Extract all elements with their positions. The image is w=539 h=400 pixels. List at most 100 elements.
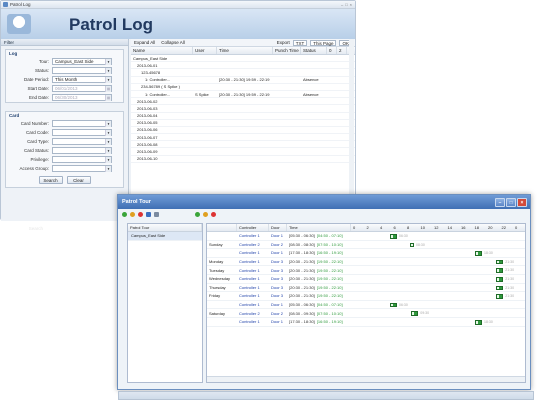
col-status[interactable]: Status — [301, 47, 327, 54]
tour-select[interactable]: Campus_East Side ▾ — [52, 58, 112, 65]
col-controller[interactable]: Controller — [237, 224, 269, 231]
col-door[interactable]: Door — [269, 224, 287, 231]
schedule-row[interactable]: Wednesday Controller 1 Door 3 [20:30 - 21:3… — [207, 275, 525, 284]
date-period-select[interactable]: This Month ▾ — [52, 76, 112, 83]
chevron-down-icon[interactable]: ▾ — [105, 130, 111, 136]
close-icon[interactable]: × — [350, 2, 352, 7]
chevron-down-icon[interactable]: ▾ — [105, 166, 111, 172]
col-time[interactable]: Time — [287, 224, 351, 231]
horizontal-scrollbar[interactable] — [207, 376, 525, 382]
chevron-down-icon[interactable]: ▾ — [105, 139, 111, 145]
chevron-down-icon[interactable]: ▾ — [105, 68, 111, 74]
export-format-select[interactable]: TXT — [292, 39, 308, 46]
title-bar: Patrol Log – □ × — [1, 1, 355, 9]
delete-icon[interactable] — [138, 211, 143, 217]
col-user[interactable]: User — [193, 47, 217, 54]
schedule-header: Controller Door Time 0 2 4 6 8 10 12 14 16 18 20 22… — [207, 224, 525, 232]
schedule-bar[interactable] — [496, 294, 504, 299]
tree-row[interactable]: 2013-06-08 — [131, 141, 355, 149]
tree-row[interactable]: 2013-06-05 — [131, 120, 355, 127]
edit-icon[interactable] — [130, 211, 135, 217]
schedule-row[interactable]: Controller 1 Door 1 [17:30 - 18:30] [16:50 … — [207, 318, 525, 327]
tree-row[interactable]: Campus_East Side — [131, 55, 355, 63]
minimize-icon[interactable]: – — [495, 197, 505, 207]
calendar-icon[interactable]: ▦ — [105, 86, 111, 92]
expand-all-button[interactable]: Expand All — [134, 40, 155, 45]
filter-label: Filter — [4, 39, 14, 45]
privilege-select[interactable]: ▾ — [52, 156, 112, 163]
access-group-select[interactable]: ▾ — [52, 165, 112, 172]
page-option-select[interactable]: This Page — [310, 39, 337, 46]
collapse-all-button[interactable]: Collapse All — [161, 40, 185, 45]
end-date-field[interactable]: 06/30/2013 ▦ — [52, 94, 112, 101]
schedule-row[interactable]: Friday Controller 1 Door 3 [20:30 - 21:30][… — [207, 292, 525, 301]
schedule-bar[interactable] — [474, 251, 483, 256]
row-time-value: [17:30 - 18:30] — [289, 250, 315, 256]
schedule-bar[interactable] — [496, 285, 504, 291]
chevron-down-icon[interactable]: ▾ — [105, 148, 111, 154]
tree-row[interactable]: 2013-06-07 — [131, 134, 355, 142]
card-status-select[interactable]: ▾ — [52, 147, 112, 154]
maximize-icon[interactable]: □ — [345, 2, 347, 7]
schedule-bar[interactable] — [389, 302, 398, 308]
schedule-row[interactable]: Sunday Controller 2 Door 2 [08:30 - 08:30][… — [207, 241, 525, 250]
schedule-bar[interactable] — [474, 319, 483, 325]
card-code-field[interactable]: ▾ — [52, 129, 112, 136]
tree-row[interactable]: 2013-06-09 — [131, 148, 355, 156]
schedule-row[interactable]: Monday Controller 1 Door 3 [20:30 - 21:30][… — [207, 258, 525, 267]
minimize-icon[interactable]: – — [341, 2, 343, 7]
tree-row[interactable]: 2013-06-02 — [131, 98, 355, 106]
chevron-down-icon[interactable]: ▾ — [105, 59, 111, 65]
tree-row[interactable]: 2013-06-06 — [131, 127, 355, 135]
schedule-bar[interactable] — [389, 234, 398, 239]
import-icon[interactable] — [146, 211, 151, 217]
tree-row[interactable]: 2013-06-01 — [131, 62, 355, 70]
start-date-field[interactable]: 06/01/2013 ▦ — [52, 85, 112, 92]
chevron-down-icon[interactable]: ▾ — [105, 121, 111, 127]
maximize-icon[interactable]: □ — [506, 197, 516, 207]
tree-row[interactable]: 2013-06-10 — [131, 156, 355, 163]
col-punch-time[interactable]: Punch Time — [273, 47, 301, 54]
card-type-select[interactable]: ▾ — [52, 138, 112, 145]
schedule-bar[interactable] — [496, 268, 504, 273]
schedule-row[interactable]: Controller 1 Door 1 [05:30 - 06:30] [04:50 … — [207, 232, 525, 241]
timeline-track: 21:30 — [351, 292, 521, 300]
edit-schedule-icon[interactable] — [203, 211, 208, 217]
chevron-down-icon[interactable]: ▾ — [105, 157, 111, 163]
export-label: Export — [276, 40, 290, 45]
search-button[interactable]: Search — [38, 176, 63, 184]
card-number-field[interactable]: ▾ — [52, 120, 112, 127]
col-time[interactable]: Time — [217, 47, 273, 54]
schedule-bar[interactable] — [496, 259, 504, 265]
close-icon[interactable]: × — [517, 197, 527, 207]
calendar-icon[interactable]: ▦ — [105, 95, 111, 101]
schedule-bar[interactable] — [496, 276, 504, 282]
status-select[interactable]: ▾ — [52, 67, 112, 74]
tree-row[interactable]: 234-56789 ( S Spike ) — [131, 84, 355, 91]
schedule-bar[interactable] — [409, 242, 415, 248]
schedule-row[interactable]: Controller 1 Door 1 [17:30 - 18:30] [16:50 … — [207, 249, 525, 258]
schedule-bar[interactable] — [411, 311, 419, 316]
hour-tick: 14 — [447, 225, 452, 230]
tree-time: [20:30 - 21:30] 19:59 - 22:19 — [219, 77, 270, 83]
tree-row[interactable]: 2013-06-03 — [131, 105, 355, 113]
row-door: Door 3 — [271, 284, 284, 290]
col-name[interactable]: Name — [131, 47, 193, 54]
add-icon[interactable] — [122, 211, 127, 217]
clear-button[interactable]: Clear — [66, 176, 91, 184]
row-time: [08:30 - 09:30] [07:50 - 10:10] — [287, 311, 351, 316]
schedule-row[interactable]: Saturday Controller 2 Door 2 [08:30 - 09:30… — [207, 309, 525, 318]
delete-schedule-icon[interactable] — [211, 211, 216, 217]
schedule-row[interactable]: Tuesday Controller 1 Door 3 [20:30 - 21:30]… — [207, 266, 525, 275]
chevron-down-icon[interactable]: ▾ — [105, 77, 111, 83]
timeline-track: 06:30 — [351, 301, 521, 309]
schedule-row[interactable]: Controller 1 Door 1 [05:30 - 06:30] [04:50 … — [207, 301, 525, 310]
add-schedule-icon[interactable] — [195, 211, 200, 217]
tree-row[interactable]: 1: Controller... [20:30 - 21:30] 19:59 - … — [131, 77, 355, 84]
tree-row[interactable]: 123-45678 — [131, 69, 355, 77]
tree-row[interactable]: 2013-06-04 — [131, 113, 355, 120]
tour-item[interactable]: Campus_East Side — [128, 232, 202, 241]
schedule-row[interactable]: Thursday Controller 1 Door 3 [20:30 - 21:30… — [207, 284, 525, 293]
copy-icon[interactable] — [154, 211, 159, 217]
tree-row[interactable]: 1: Controller... S Spike [20:30 - 21:30] 1… — [131, 91, 355, 99]
